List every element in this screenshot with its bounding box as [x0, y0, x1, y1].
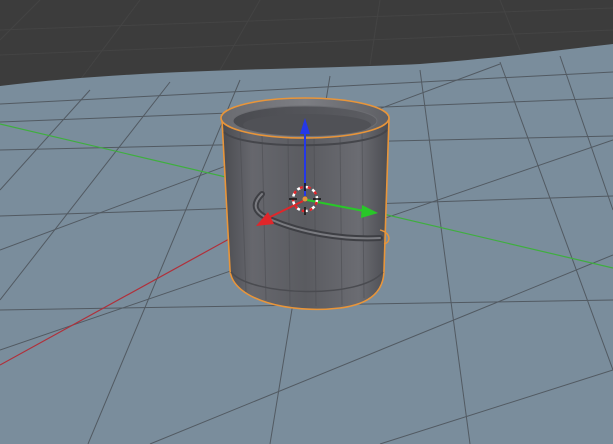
- 3d-viewport[interactable]: [0, 0, 613, 444]
